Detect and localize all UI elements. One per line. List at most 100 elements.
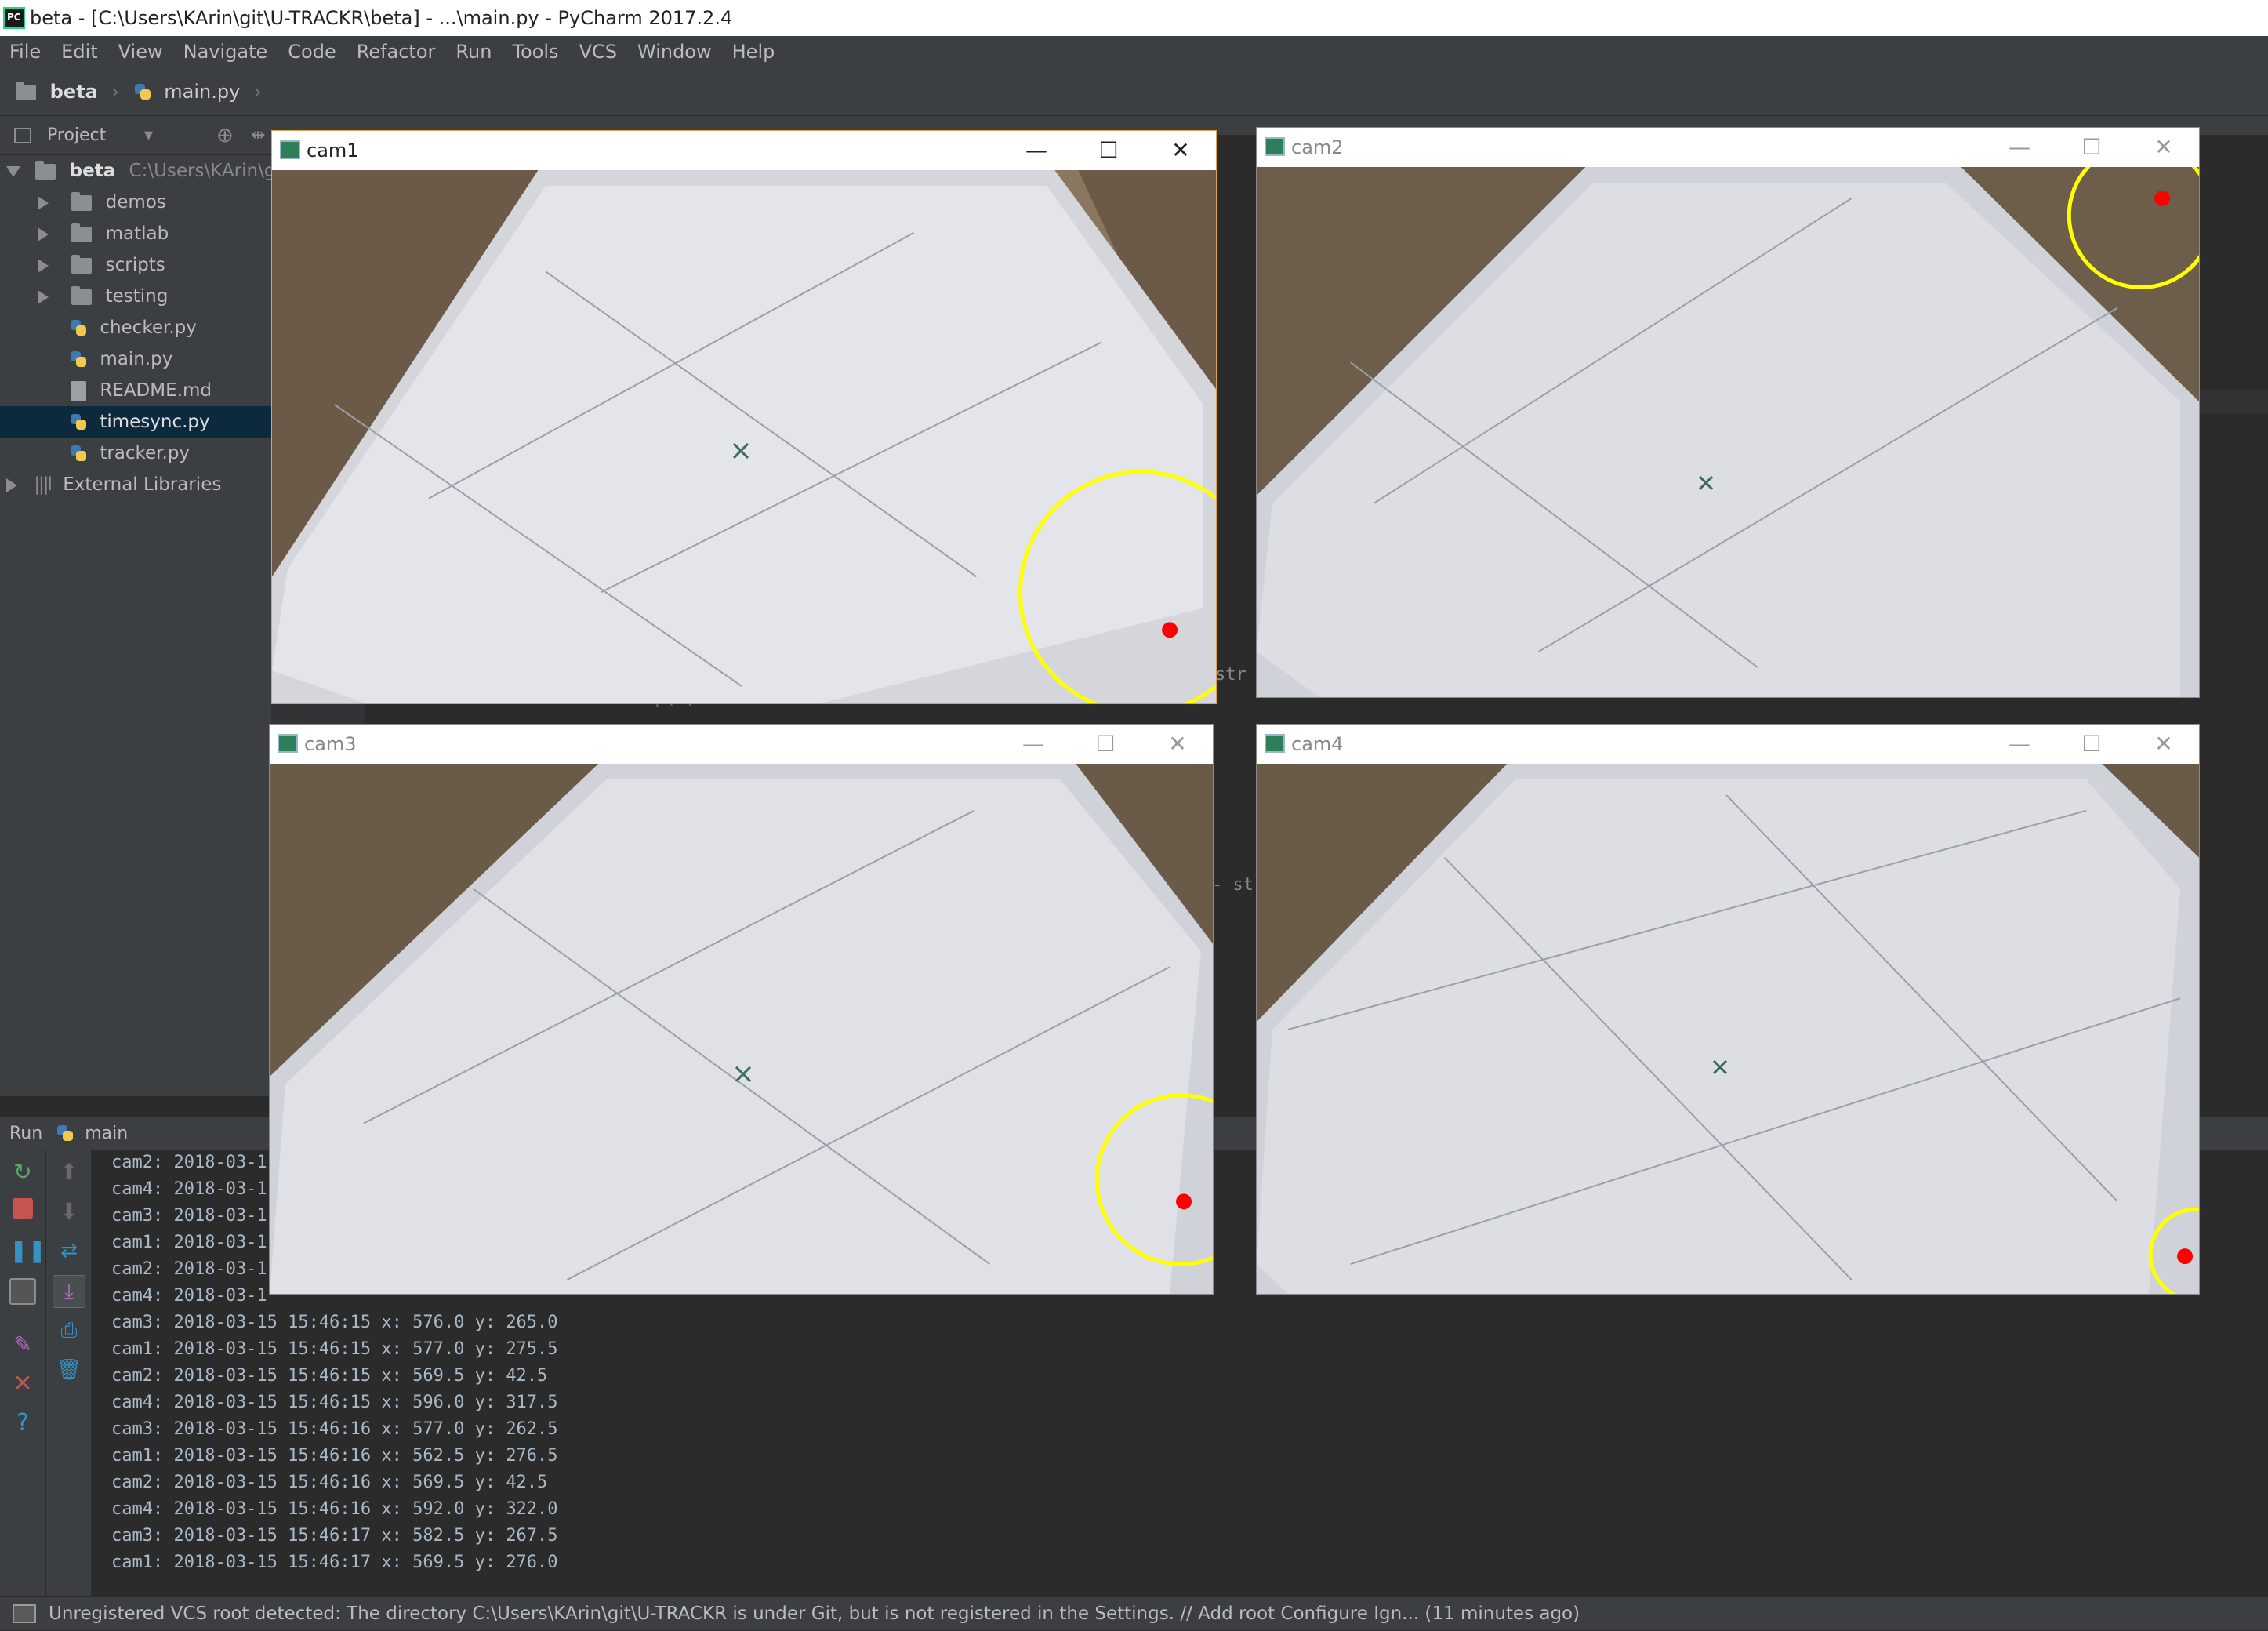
camera-window-cam2[interactable]: cam2 — ☐ ✕	[1256, 127, 2200, 698]
tree-file-tracker[interactable]: tracker.py	[0, 438, 271, 469]
expand-arrow-icon[interactable]	[38, 258, 49, 273]
pause-icon[interactable]: ❚❚	[9, 1237, 46, 1264]
folder-icon	[71, 254, 93, 274]
console-line: cam2: 2018-03-15 15:46:16 x: 569.5 y: 42…	[111, 1473, 548, 1492]
run-config-name[interactable]: main	[85, 1124, 128, 1143]
camera-window-titlebar[interactable]: cam2 — ☐ ✕	[1257, 128, 2199, 167]
tool-windows-icon[interactable]	[13, 1604, 36, 1623]
down-arrow-icon[interactable]: ⬇	[56, 1198, 82, 1225]
tracked-point-marker	[2177, 1248, 2194, 1265]
close-button[interactable]: ✕	[1142, 725, 1213, 764]
folder-icon	[71, 285, 93, 305]
menu-refactor[interactable]: Refactor	[357, 36, 436, 67]
camera-frame	[270, 764, 1213, 1294]
tree-file-readme[interactable]: README.md	[0, 375, 271, 406]
tree-folder-matlab[interactable]: matlab	[0, 218, 271, 249]
project-panel-header: Project ▾ ⊕ ⇹	[0, 116, 271, 155]
rerun-icon[interactable]: ↻	[9, 1159, 36, 1186]
trash-icon[interactable]: 🗑	[56, 1357, 82, 1383]
dump-threads-icon[interactable]	[9, 1278, 36, 1305]
expand-arrow-icon[interactable]	[38, 289, 49, 304]
menu-vcs[interactable]: VCS	[579, 36, 617, 67]
tracked-point-marker	[1162, 622, 1178, 638]
python-file-icon	[133, 82, 152, 103]
status-message[interactable]: Unregistered VCS root detected: The dire…	[49, 1604, 1580, 1624]
expand-arrow-icon[interactable]	[6, 165, 20, 177]
python-run-icon	[56, 1124, 74, 1144]
tree-folder-demos[interactable]: demos	[0, 187, 271, 218]
breadcrumb-project[interactable]: beta	[50, 81, 98, 103]
python-file-icon	[69, 412, 88, 433]
maximize-button[interactable]: ☐	[2056, 725, 2127, 764]
maximize-button[interactable]: ☐	[1073, 131, 1144, 170]
expand-arrow-icon[interactable]	[38, 227, 49, 242]
menu-edit[interactable]: Edit	[61, 36, 97, 67]
menu-navigate[interactable]: Navigate	[183, 36, 268, 67]
console-line: cam1: 2018-03-15 15:46:17 x: 569.5 y: 27…	[111, 1553, 558, 1572]
project-panel-title[interactable]: Project	[47, 125, 106, 145]
menu-file[interactable]: File	[9, 36, 41, 67]
camera-frame	[272, 170, 1216, 703]
pin-icon[interactable]: ✎	[9, 1331, 36, 1358]
menu-code[interactable]: Code	[288, 36, 336, 67]
breadcrumb: beta › main.py ›	[0, 67, 2268, 116]
close-button[interactable]: ✕	[2128, 128, 2199, 167]
breadcrumb-file[interactable]: main.py	[164, 81, 240, 103]
stop-icon[interactable]	[13, 1198, 33, 1219]
expand-arrow-icon[interactable]	[6, 478, 17, 492]
camera-window-cam1[interactable]: cam1 — ☐ ✕	[271, 130, 1217, 704]
menu-window[interactable]: Window	[637, 36, 712, 67]
camera-window-cam4[interactable]: cam4 — ☐ ✕	[1256, 724, 2200, 1295]
tree-root[interactable]: beta C:\Users\KArin\git\	[0, 155, 271, 187]
soft-wrap-icon[interactable]: ⇄	[56, 1237, 82, 1264]
tree-external-libraries[interactable]: |||l External Libraries	[0, 469, 271, 500]
camera-window-titlebar[interactable]: cam3 — ☐ ✕	[270, 725, 1213, 764]
collapse-icon[interactable]: ⇹	[251, 116, 265, 155]
minimize-button[interactable]: —	[998, 725, 1069, 764]
breadcrumb-separator-icon: ›	[253, 81, 262, 103]
root-path: C:\Users\KArin\git\	[129, 161, 271, 181]
menu-help[interactable]: Help	[732, 36, 775, 67]
opencv-window-icon	[1265, 734, 1285, 753]
camera-frame	[1257, 167, 2199, 697]
camera-window-titlebar[interactable]: cam4 — ☐ ✕	[1257, 725, 2199, 764]
help-icon[interactable]: ?	[9, 1410, 36, 1437]
maximize-button[interactable]: ☐	[1070, 725, 1141, 764]
close-icon[interactable]: ✕	[9, 1371, 36, 1397]
close-button[interactable]: ✕	[1145, 131, 1216, 170]
target-icon[interactable]: ⊕	[216, 116, 234, 155]
file-label: timesync.py	[100, 412, 210, 432]
print-icon[interactable]: ⎙	[56, 1317, 82, 1344]
external-libraries-label: External Libraries	[63, 474, 222, 495]
camera-window-cam3[interactable]: cam3 — ☐ ✕	[269, 724, 1214, 1295]
tree-file-main[interactable]: main.py	[0, 343, 271, 375]
chevron-down-icon[interactable]: ▾	[144, 116, 153, 155]
tree-file-checker[interactable]: checker.py	[0, 312, 271, 343]
tree-file-timesync[interactable]: timesync.py	[0, 406, 271, 438]
run-toolbar-right: ⬆ ⬇ ⇄ ⤓ ⎙ 🗑	[45, 1150, 91, 1596]
status-bar: Unregistered VCS root detected: The dire…	[0, 1596, 2268, 1630]
minimize-button[interactable]: —	[1984, 128, 2055, 167]
tree-folder-scripts[interactable]: scripts	[0, 249, 271, 281]
minimize-button[interactable]: —	[1001, 131, 1072, 170]
minimize-button[interactable]: —	[1984, 725, 2055, 764]
console-line: cam2: 2018-03-15 15:46:15 x: 569.5 y: 42…	[111, 1366, 548, 1386]
camera-window-titlebar[interactable]: cam1 — ☐ ✕	[272, 131, 1216, 170]
close-button[interactable]: ✕	[2128, 725, 2199, 764]
console-line: cam2: 2018-03-1	[111, 1153, 267, 1172]
console-line: cam4: 2018-03-1	[111, 1179, 267, 1199]
up-arrow-icon[interactable]: ⬆	[56, 1159, 82, 1186]
camera-feed-cam2	[1257, 167, 2199, 697]
expand-arrow-icon[interactable]	[38, 195, 49, 210]
tree-folder-testing[interactable]: testing	[0, 281, 271, 312]
folder-icon	[71, 223, 93, 242]
menu-run[interactable]: Run	[455, 36, 492, 67]
root-name: beta	[69, 161, 116, 181]
maximize-button[interactable]: ☐	[2056, 128, 2127, 167]
menu-tools[interactable]: Tools	[512, 36, 558, 67]
opencv-window-icon	[280, 140, 300, 159]
scroll-to-end-icon[interactable]: ⤓	[53, 1275, 85, 1308]
menu-view[interactable]: View	[118, 36, 163, 67]
camera-window-title: cam2	[1291, 136, 1344, 158]
file-label: checker.py	[100, 318, 197, 338]
